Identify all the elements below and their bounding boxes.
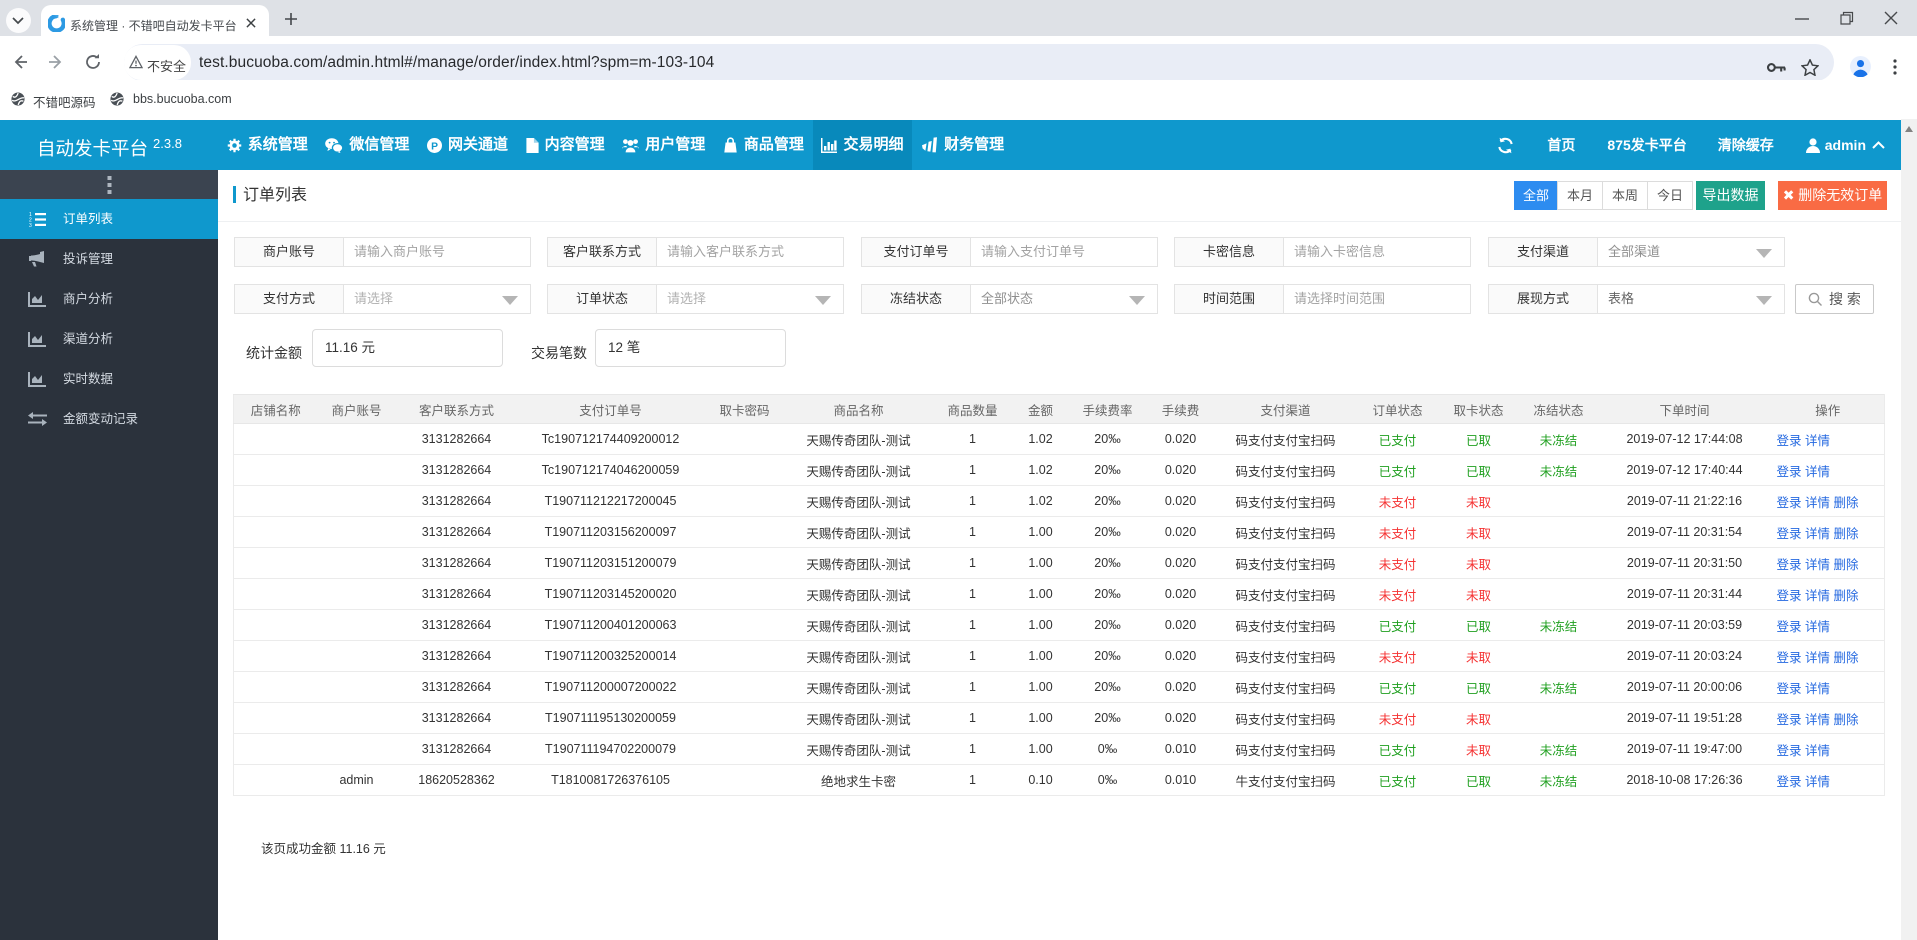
svg-text:3: 3	[29, 222, 32, 226]
svg-text:P: P	[431, 141, 438, 152]
